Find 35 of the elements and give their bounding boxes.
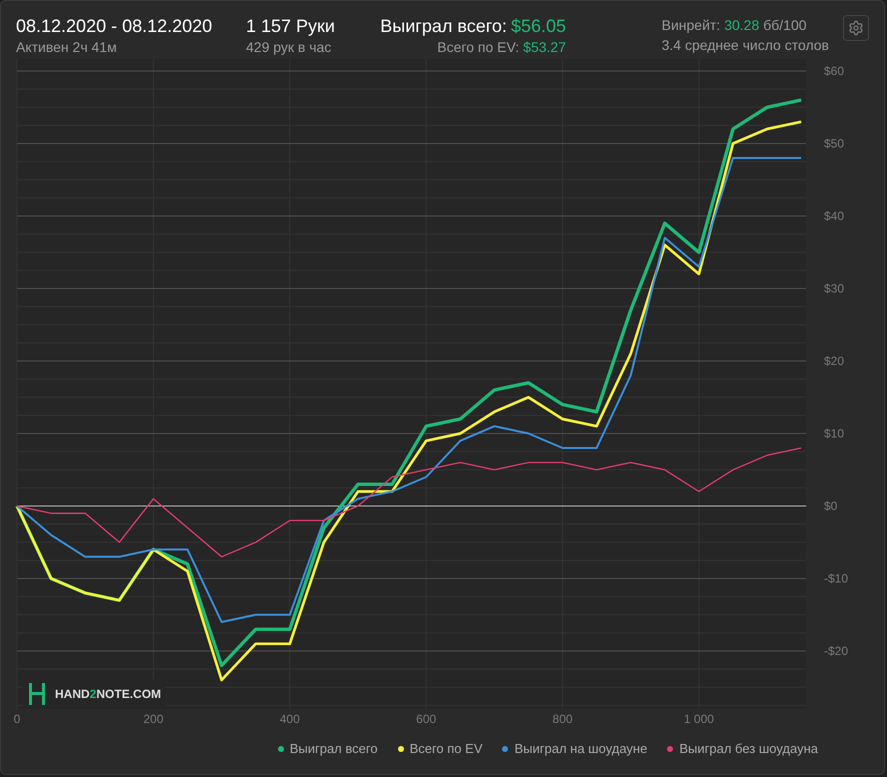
x-axis-label: 1 000 bbox=[684, 712, 714, 726]
x-axis-label: 0 bbox=[14, 712, 20, 726]
y-axis-label: -$20 bbox=[824, 644, 848, 658]
legend-label: Выиграл без шоудауна bbox=[679, 740, 818, 758]
x-axis-label: 600 bbox=[416, 712, 436, 726]
y-axis-label: $0 bbox=[824, 499, 838, 513]
logo-text: HAND2NOTE.COM bbox=[55, 686, 162, 703]
y-axis-label: $20 bbox=[824, 354, 844, 368]
won-value: $56.05 bbox=[510, 15, 566, 37]
y-axis-label: $50 bbox=[824, 136, 844, 150]
ev-label: Всего по EV: bbox=[437, 38, 520, 57]
y-axis-label: $30 bbox=[824, 282, 844, 296]
x-axis-label: 200 bbox=[143, 712, 164, 726]
legend-label: Всего по EV bbox=[410, 740, 482, 758]
y-axis-label: $60 bbox=[824, 64, 844, 78]
hands-per-hour: 429 рук в час bbox=[246, 38, 332, 57]
average-tables: 3.4 среднее число столов bbox=[662, 35, 829, 55]
active-time: Активен 2ч 41м bbox=[16, 38, 118, 57]
x-axis-label: 400 bbox=[280, 712, 300, 726]
y-axis-label: -$10 bbox=[824, 572, 848, 586]
winrate-value: 30.28 bbox=[724, 16, 760, 35]
logo-icon bbox=[27, 683, 47, 705]
x-axis-label: 800 bbox=[552, 712, 573, 726]
settings-icon bbox=[848, 20, 864, 36]
legend-label: Выиграл всего bbox=[290, 740, 378, 758]
won-label: Выиграл всего: bbox=[380, 15, 507, 37]
winrate-label: Винрейт: bbox=[662, 16, 720, 35]
winrate-unit: бб/100 bbox=[763, 16, 807, 35]
date-range: 08.12.2020 - 08.12.2020 bbox=[16, 15, 214, 37]
hands-count: 1 157 Руки bbox=[246, 15, 336, 37]
y-axis-label: $10 bbox=[824, 426, 844, 440]
y-axis-label: $40 bbox=[824, 209, 844, 223]
ev-value: $53.27 bbox=[523, 38, 566, 57]
legend-label: Выиграл на шоудауне bbox=[514, 740, 648, 758]
settings-button[interactable] bbox=[843, 15, 869, 41]
